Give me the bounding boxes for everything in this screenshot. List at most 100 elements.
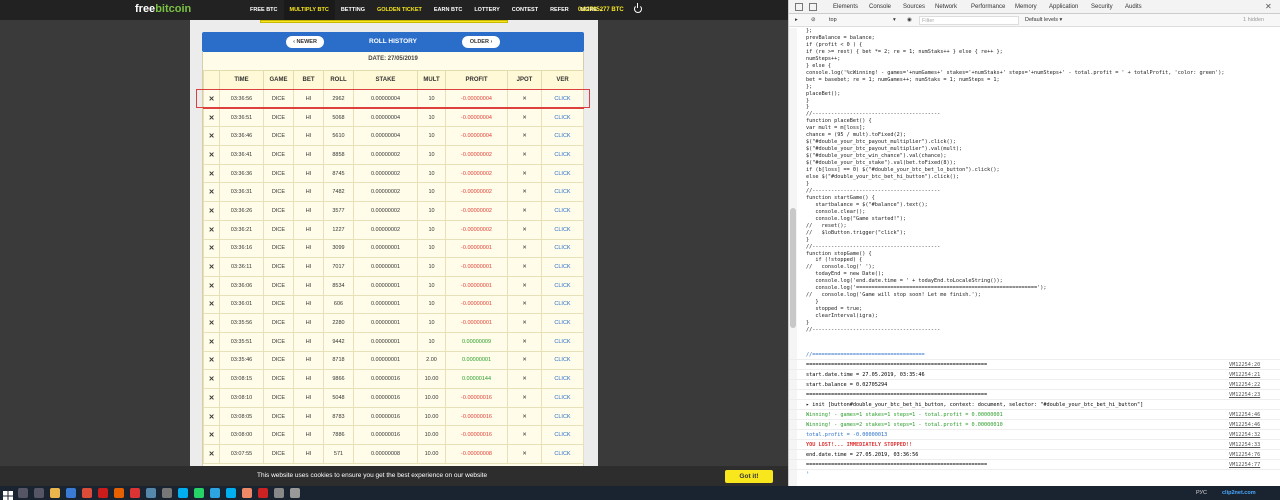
nav-item-earn-btc[interactable]: EARN BTC <box>428 0 468 20</box>
table-row: ✕ 03:36:56 DICE HI 2962 0.00000004 10 -0.000000… <box>203 89 584 109</box>
console-log-entry: start.balance = 0.02705294 VM12254:22 <box>789 380 1280 390</box>
nav-item-betting[interactable]: BETTING <box>335 0 371 20</box>
devtools-tab-performance[interactable]: Performance <box>971 0 1005 14</box>
stake-cell: 0.00000002 <box>353 201 418 221</box>
verify-link[interactable]: CLICK <box>541 89 584 109</box>
verify-link[interactable]: CLICK <box>541 331 584 352</box>
eye-icon[interactable]: ◉ <box>907 14 912 27</box>
verify-link[interactable]: CLICK <box>541 425 584 446</box>
firefox-icon[interactable] <box>114 488 124 498</box>
time-cell: 03:36:11 <box>219 257 264 277</box>
sidebar-toggle-icon[interactable]: ▸ <box>795 14 798 27</box>
verify-link[interactable]: CLICK <box>541 201 584 221</box>
verify-link[interactable]: CLICK <box>541 145 584 165</box>
table-row: ✕ 03:36:06 DICE HI 8534 0.00000001 10 -0.000000… <box>203 275 584 296</box>
windows-start-icon[interactable] <box>3 488 13 500</box>
skype-icon[interactable] <box>178 488 188 498</box>
devtools-tab-audits[interactable]: Audits <box>1125 0 1142 14</box>
skype-icon-2[interactable] <box>226 488 236 498</box>
verify-link[interactable]: CLICK <box>541 163 584 184</box>
yandex-icon[interactable] <box>130 488 140 498</box>
telegram-icon[interactable] <box>210 488 220 498</box>
roll-history-header: ROLL HISTORY ‹ NEWER OLDER › <box>202 32 584 52</box>
nav-item-lottery[interactable]: LOTTERY <box>468 0 505 20</box>
bet-cell: HI <box>293 388 324 408</box>
log-source-link[interactable]: VM12254:22 <box>1229 380 1260 390</box>
jackpot-cell: ✕ <box>507 182 542 203</box>
nav-item-refer[interactable]: REFER <box>544 0 575 20</box>
clear-console-icon[interactable]: ⊘ <box>811 14 816 27</box>
stake-cell: 0.00000016 <box>353 425 418 446</box>
devtools-tab-memory[interactable]: Memory <box>1015 0 1037 14</box>
verify-link[interactable]: CLICK <box>541 350 584 371</box>
console-prompt[interactable]: › <box>789 468 1280 478</box>
game-cell: DICE <box>263 163 294 184</box>
chrome-icon[interactable] <box>82 488 92 498</box>
log-source-link[interactable]: VM12254:76 <box>1229 450 1260 460</box>
time-cell: 03:35:56 <box>219 313 264 333</box>
newer-button[interactable]: ‹ NEWER <box>286 36 324 48</box>
verify-link[interactable]: CLICK <box>541 388 584 408</box>
jackpot-cell: ✕ <box>507 331 542 352</box>
verify-link[interactable]: CLICK <box>541 294 584 315</box>
site-logo[interactable]: freebitcoin <box>135 3 191 15</box>
verify-link[interactable]: CLICK <box>541 444 584 464</box>
date-label: DATE: 27/05/2019 <box>368 56 418 62</box>
verify-link[interactable]: CLICK <box>541 182 584 203</box>
close-devtools-icon[interactable]: ✕ <box>1265 0 1272 14</box>
nav-item-multiply-btc[interactable]: MULTIPLY BTC <box>283 0 335 20</box>
verify-link[interactable]: CLICK <box>541 369 584 389</box>
log-source-link[interactable]: VM12254:46 <box>1229 420 1260 430</box>
search-icon[interactable] <box>18 488 28 498</box>
jackpot-cell: ✕ <box>507 388 542 408</box>
verify-link[interactable]: CLICK <box>541 275 584 296</box>
log-source-link[interactable]: VM12254:32 <box>1229 430 1260 440</box>
language-indicator[interactable]: РУС <box>1196 486 1207 500</box>
task-view-icon[interactable] <box>34 488 44 498</box>
log-source-link[interactable]: VM12254:20 <box>1229 360 1260 370</box>
verify-link[interactable]: CLICK <box>541 219 584 240</box>
devtools-tab-network[interactable]: Network <box>935 0 957 14</box>
devtools-tab-sources[interactable]: Sources <box>903 0 925 14</box>
device-toolbar-icon[interactable] <box>809 3 817 11</box>
opera-icon[interactable] <box>98 488 108 498</box>
verify-link[interactable]: CLICK <box>541 126 584 147</box>
store-icon[interactable] <box>146 488 156 498</box>
pdf-icon[interactable] <box>258 488 268 498</box>
inspect-icon[interactable] <box>795 3 803 11</box>
older-button[interactable]: OLDER › <box>462 36 500 48</box>
profit-cell: -0.00000002 <box>445 145 508 165</box>
explorer-icon[interactable] <box>50 488 60 498</box>
game-cell: DICE <box>263 238 294 259</box>
scroll-thumb[interactable] <box>790 208 796 328</box>
devtools-tab-application[interactable]: Application <box>1049 0 1078 14</box>
app-icon-2[interactable] <box>274 488 284 498</box>
paint-icon[interactable] <box>242 488 252 498</box>
cookie-accept-button[interactable]: Got it! <box>725 470 773 483</box>
log-levels-dropdown[interactable]: Default levels ▾ <box>1025 14 1062 27</box>
verify-link[interactable]: CLICK <box>541 313 584 333</box>
context-selector[interactable]: top <box>829 14 837 27</box>
nav-item-golden-ticket[interactable]: GOLDEN TICKET <box>371 0 428 20</box>
verify-link[interactable]: CLICK <box>541 107 584 128</box>
verify-link[interactable]: CLICK <box>541 238 584 259</box>
power-icon[interactable] <box>634 3 642 13</box>
app-icon[interactable] <box>162 488 172 498</box>
console-filter-input[interactable]: Filter <box>919 16 1019 25</box>
log-source-link[interactable]: VM12254:23 <box>1229 390 1260 400</box>
log-source-link[interactable]: VM12254:46 <box>1229 410 1260 420</box>
verify-link[interactable]: CLICK <box>541 406 584 427</box>
whatsapp-icon[interactable] <box>194 488 204 498</box>
ie-icon[interactable] <box>66 488 76 498</box>
app-icon-3[interactable] <box>290 488 300 498</box>
mult-cell: 10 <box>417 89 446 109</box>
devtools-tab-elements[interactable]: Elements <box>833 0 858 14</box>
context-dropdown-icon[interactable]: ▾ <box>893 14 896 27</box>
log-source-link[interactable]: VM12254:33 <box>1229 440 1260 450</box>
verify-link[interactable]: CLICK <box>541 257 584 277</box>
devtools-tab-security[interactable]: Security <box>1091 0 1113 14</box>
nav-item-free-btc[interactable]: FREE BTC <box>244 0 284 20</box>
nav-item-contest[interactable]: CONTEST <box>506 0 544 20</box>
log-source-link[interactable]: VM12254:21 <box>1229 370 1260 380</box>
console-output[interactable]: }; prevBalance = balance; if (profit < 0… <box>789 28 1280 486</box>
